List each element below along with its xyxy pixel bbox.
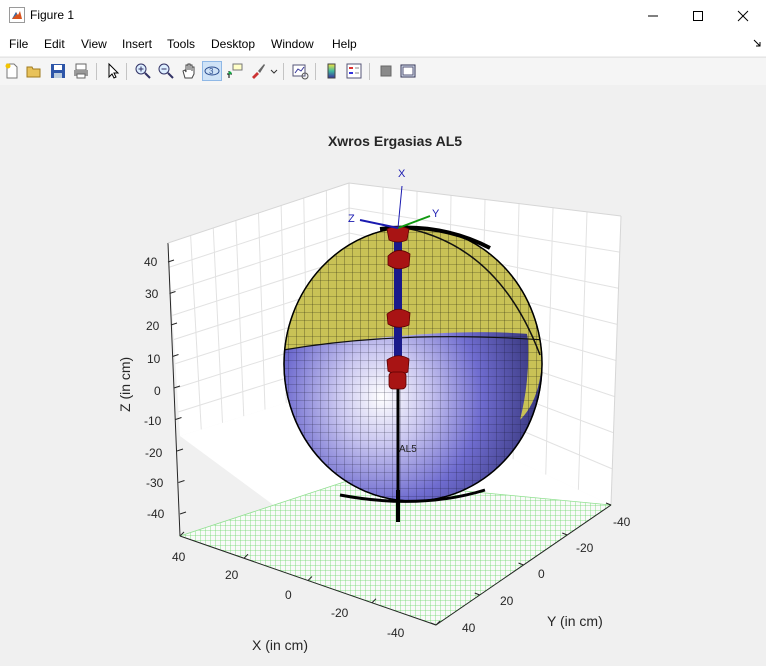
x-tick-label: 40 xyxy=(172,550,186,564)
x-tick-label: 0 xyxy=(285,588,292,602)
plot-area[interactable]: AL5 Z Y X xyxy=(0,0,766,666)
y-axis-label: Y (in cm) xyxy=(547,613,603,629)
z-tick-label: 40 xyxy=(144,255,158,269)
y-tick-label: 20 xyxy=(500,594,514,608)
tick-mark xyxy=(176,448,184,452)
z-tick-label: -40 xyxy=(147,507,165,521)
z-tick-label: 0 xyxy=(154,384,161,398)
y-tick-label: 40 xyxy=(462,621,476,635)
frame-y-label: Y xyxy=(432,208,440,220)
tick-mark xyxy=(179,511,187,515)
robot-label: AL5 xyxy=(399,444,417,455)
x-tick-label: -20 xyxy=(331,606,349,620)
z-axis-label: Z (in cm) xyxy=(117,356,133,412)
frame-x-label: X xyxy=(398,168,406,180)
plot-title: Xwros Ergasias AL5 xyxy=(327,133,463,149)
frame-z-label: Z xyxy=(348,213,355,225)
x-axis-label: X (in cm) xyxy=(252,637,308,653)
z-tick-label: 10 xyxy=(147,352,161,366)
y-tick-label: 0 xyxy=(538,567,545,581)
z-tick-label: -30 xyxy=(146,476,164,490)
z-tick-label: 20 xyxy=(146,319,160,333)
x-tick-label: -40 xyxy=(387,626,405,640)
y-tick-label: -20 xyxy=(576,541,594,555)
y-tick-label: -40 xyxy=(613,515,631,529)
z-tick-label: -20 xyxy=(145,446,163,460)
z-tick-label: -10 xyxy=(144,414,162,428)
x-tick-label: 20 xyxy=(225,568,239,582)
z-tick-label: 30 xyxy=(145,287,159,301)
tick-mark xyxy=(178,480,185,483)
